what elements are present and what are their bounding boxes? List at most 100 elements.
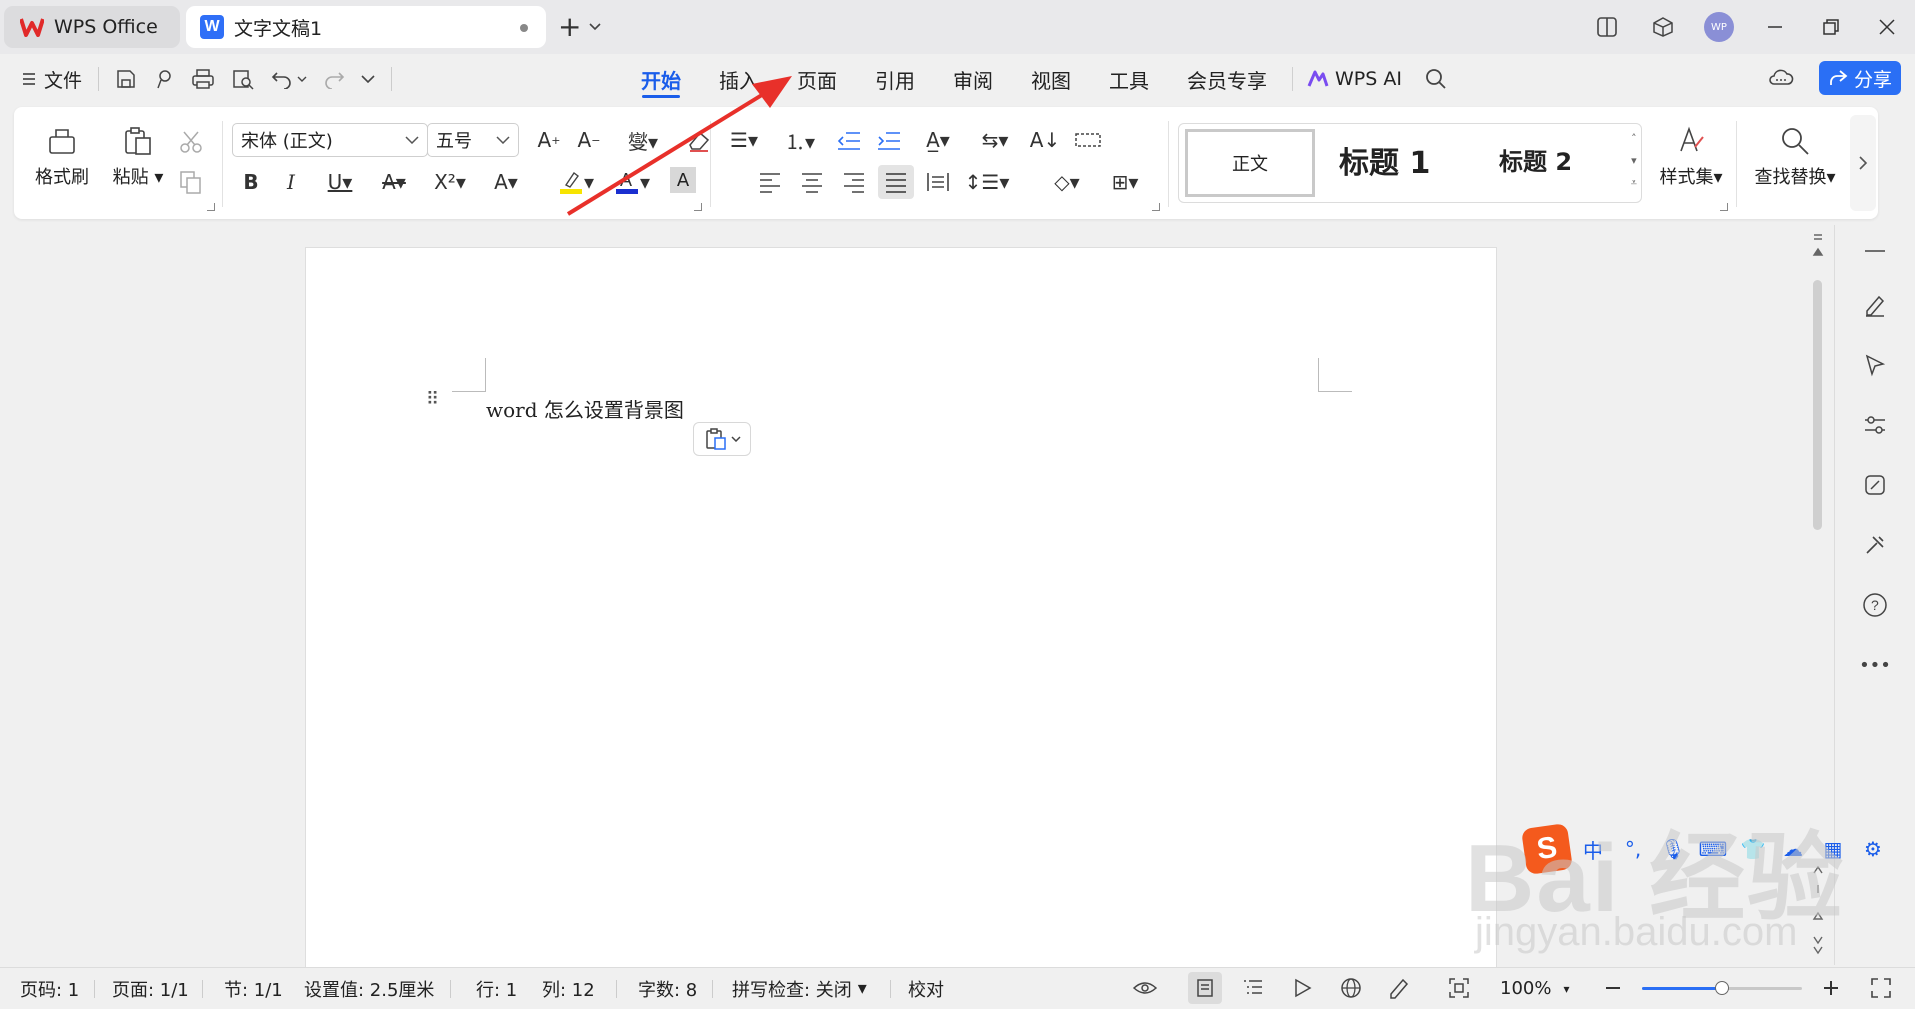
status-column[interactable]: 列: 12 bbox=[542, 968, 595, 1009]
tools-button[interactable] bbox=[1857, 527, 1893, 563]
play-icon[interactable] bbox=[1292, 978, 1312, 998]
share-button[interactable]: 分享 bbox=[1819, 61, 1901, 95]
zoom-slider[interactable] bbox=[1642, 981, 1802, 995]
eye-icon[interactable] bbox=[1132, 978, 1158, 998]
sort-direction-icon[interactable]: ⇆▾ bbox=[972, 125, 1018, 155]
format-painter-button[interactable]: 格式刷 bbox=[32, 125, 92, 189]
document-page[interactable]: ⠿ word 怎么设置背景图 bbox=[305, 247, 1497, 1008]
line-spacing-icon[interactable]: ↕☰▾ bbox=[964, 167, 1010, 197]
settings-icon[interactable]: ⚙ bbox=[1856, 837, 1890, 861]
paste-options-button[interactable] bbox=[693, 422, 751, 456]
find-replace-button[interactable]: 查找替换▾ bbox=[1750, 125, 1840, 189]
print-icon[interactable] bbox=[191, 68, 215, 90]
keyboard-icon[interactable]: ⌨ bbox=[1696, 837, 1730, 861]
style-set-button[interactable]: 样式集▾ bbox=[1654, 125, 1728, 189]
collapse-panel-button[interactable] bbox=[1857, 233, 1893, 269]
print-preview-icon[interactable] bbox=[231, 68, 255, 90]
tab-document[interactable]: W 文字文稿1 bbox=[186, 6, 546, 48]
show-marks-icon[interactable] bbox=[1074, 129, 1102, 151]
tab-references[interactable]: 引用 bbox=[856, 54, 934, 104]
help-button[interactable]: ? bbox=[1857, 587, 1893, 623]
proofread-button[interactable]: 校对 bbox=[908, 968, 944, 1009]
edit-button[interactable] bbox=[1857, 287, 1893, 323]
italic-icon[interactable]: I bbox=[276, 167, 306, 197]
export-pdf-icon[interactable] bbox=[153, 68, 175, 90]
increase-indent-icon[interactable] bbox=[876, 129, 902, 153]
tab-review[interactable]: 审阅 bbox=[934, 54, 1012, 104]
copy-icon[interactable] bbox=[178, 169, 204, 195]
scrollbar-thumb[interactable] bbox=[1813, 280, 1822, 530]
status-setting-value[interactable]: 设置值: 2.5厘米 bbox=[304, 968, 434, 1009]
wps-ai-button[interactable]: WPS AI bbox=[1292, 67, 1416, 91]
underline-icon[interactable]: U▾ bbox=[318, 167, 362, 197]
chevron-down-icon[interactable] bbox=[361, 75, 375, 83]
distributed-align-icon[interactable] bbox=[926, 171, 950, 193]
tab-tools[interactable]: 工具 bbox=[1090, 54, 1168, 104]
tab-view[interactable]: 视图 bbox=[1012, 54, 1090, 104]
image-tool-button[interactable] bbox=[1857, 467, 1893, 503]
adjust-button[interactable] bbox=[1857, 407, 1893, 443]
zoom-in-icon[interactable] bbox=[1822, 979, 1840, 997]
new-tab-button[interactable]: + bbox=[558, 10, 602, 43]
ribbon-scroll-right-button[interactable] bbox=[1850, 115, 1876, 211]
scroll-up-icon[interactable] bbox=[1812, 229, 1824, 269]
styles-dialog-launcher[interactable] bbox=[1720, 203, 1728, 211]
zoom-select[interactable]: 100% ▾ bbox=[1500, 968, 1570, 1009]
search-icon[interactable] bbox=[1424, 67, 1448, 91]
microphone-icon[interactable]: 🎙 bbox=[1656, 837, 1690, 861]
sogou-logo-icon[interactable]: S bbox=[1521, 823, 1573, 875]
page-view-button[interactable] bbox=[1188, 972, 1222, 1004]
paragraph-dialog-launcher[interactable] bbox=[1152, 203, 1160, 211]
font-size-select[interactable]: 五号 bbox=[427, 123, 519, 157]
zoom-slider-handle[interactable] bbox=[1715, 981, 1729, 995]
status-page-number[interactable]: 页码: 1 bbox=[20, 968, 79, 1009]
cut-icon[interactable] bbox=[178, 129, 204, 155]
align-center-icon[interactable] bbox=[800, 171, 824, 193]
justify-button[interactable] bbox=[878, 165, 914, 199]
status-word-count[interactable]: 字数: 8 bbox=[638, 968, 697, 1009]
skin-icon[interactable]: 👕 bbox=[1736, 837, 1770, 861]
style-heading-1[interactable]: 标题 1 bbox=[1339, 138, 1430, 182]
status-section[interactable]: 节: 1/1 bbox=[224, 968, 283, 1009]
fullscreen-icon[interactable] bbox=[1870, 977, 1892, 999]
page-nav-icon[interactable] bbox=[1812, 865, 1824, 955]
strikethrough-icon[interactable]: A▾ bbox=[372, 167, 416, 197]
more-icon[interactable]: ••• bbox=[1857, 647, 1893, 683]
restore-button[interactable] bbox=[1803, 0, 1859, 54]
font-name-select[interactable]: 宋体 (正文) bbox=[232, 123, 428, 157]
user-avatar-button[interactable]: WP bbox=[1691, 0, 1747, 54]
redo-icon[interactable] bbox=[323, 69, 345, 89]
text-effect-icon[interactable]: A▾ bbox=[484, 167, 528, 197]
ime-mode-label[interactable]: 中 bbox=[1576, 835, 1610, 864]
close-button[interactable] bbox=[1859, 0, 1915, 54]
cloud-icon[interactable] bbox=[1767, 66, 1795, 90]
minimize-button[interactable] bbox=[1747, 0, 1803, 54]
spellcheck-toggle[interactable]: 拼写检查: 关闭 ▾ bbox=[732, 968, 867, 1009]
assistant-icon[interactable]: ☁ bbox=[1776, 837, 1810, 861]
toolbox-icon[interactable]: ▦ bbox=[1816, 837, 1850, 861]
web-view-icon[interactable] bbox=[1340, 977, 1362, 999]
app-center-button[interactable] bbox=[1635, 0, 1691, 54]
borders-icon[interactable]: ⊞▾ bbox=[1102, 167, 1148, 197]
undo-button[interactable] bbox=[271, 69, 307, 89]
file-menu-button[interactable]: 文件 bbox=[22, 66, 82, 93]
status-line[interactable]: 行: 1 bbox=[476, 968, 517, 1009]
punctuation-icon[interactable]: °, bbox=[1616, 837, 1650, 861]
styles-scroll-buttons[interactable]: ˄ ▾ ⩡ bbox=[1631, 128, 1637, 194]
status-pages[interactable]: 页面: 1/1 bbox=[112, 968, 189, 1009]
bold-icon[interactable]: B bbox=[236, 167, 266, 197]
align-right-icon[interactable] bbox=[842, 171, 866, 193]
style-heading-2[interactable]: 标题 2 bbox=[1499, 142, 1572, 177]
outline-view-icon[interactable] bbox=[1242, 978, 1264, 998]
decrease-indent-icon[interactable] bbox=[836, 129, 862, 153]
reading-mode-button[interactable] bbox=[1579, 0, 1635, 54]
sort-icon[interactable]: A↓ bbox=[1030, 125, 1060, 155]
shading-icon[interactable]: ◇▾ bbox=[1044, 167, 1090, 197]
drag-handle-icon[interactable]: ⠿ bbox=[426, 391, 439, 409]
paste-button[interactable]: 粘贴 ▾ bbox=[106, 125, 170, 189]
style-normal[interactable]: 正文 bbox=[1185, 129, 1315, 197]
zoom-out-icon[interactable] bbox=[1604, 982, 1622, 994]
text-direction-icon[interactable]: A̲▾ bbox=[914, 125, 962, 155]
pen-icon[interactable] bbox=[1388, 977, 1410, 999]
save-icon[interactable] bbox=[115, 68, 137, 90]
